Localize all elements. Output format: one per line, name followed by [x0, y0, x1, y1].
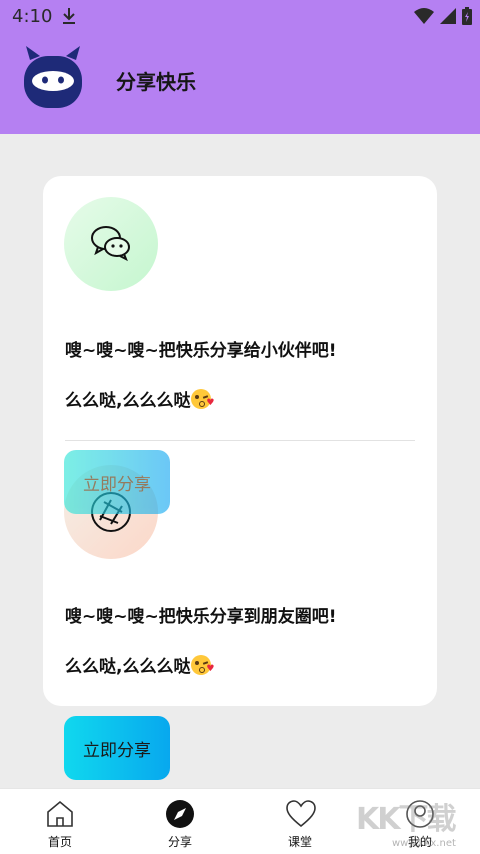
watermark-url: www.kkx.net: [392, 838, 456, 849]
nav-item-home[interactable]: 首页: [0, 789, 120, 854]
wechat-message-line2: 么么哒,么么么哒 ♥: [65, 386, 214, 411]
heart-icon: [286, 800, 316, 828]
share-now-button-overlay[interactable]: 立即分享: [64, 450, 170, 514]
moments-message-text: 么么哒,么么么哒: [65, 657, 191, 677]
nav-label-share: 分享: [167, 835, 192, 849]
download-icon: [60, 6, 78, 30]
status-bar: 4:10: [0, 0, 480, 34]
battery-icon: [462, 7, 472, 29]
app-header: 分享快乐: [0, 34, 480, 134]
signal-icon: [440, 8, 456, 28]
share-card: 嗖~嗖~嗖~把快乐分享给小伙伴吧! 么么哒,么么么哒 ♥ 嗖~嗖~嗖~把快乐分享到…: [43, 176, 437, 706]
moments-message-line1: 嗖~嗖~嗖~把快乐分享到朋友圈吧!: [65, 607, 337, 627]
wechat-icon: [91, 226, 130, 262]
moments-message-line2: 么么哒,么么么哒 ♥: [65, 652, 214, 677]
wifi-icon: [414, 8, 434, 28]
compass-icon: [166, 800, 194, 828]
divider: [65, 440, 415, 441]
home-icon: [47, 800, 73, 827]
wechat-message-line1: 嗖~嗖~嗖~把快乐分享给小伙伴吧!: [65, 341, 337, 361]
share-now-button[interactable]: 立即分享: [64, 716, 170, 780]
nav-item-classroom[interactable]: 课堂: [240, 789, 360, 854]
nav-label-classroom: 课堂: [287, 835, 312, 849]
watermark-text: KK下载: [356, 802, 456, 837]
kiss-emoji-icon: ♥: [191, 655, 214, 675]
nav-item-share[interactable]: 分享: [120, 789, 240, 854]
wechat-share-option[interactable]: [64, 197, 158, 291]
system-icons: [414, 7, 472, 29]
app-logo-icon: [22, 44, 84, 110]
kiss-emoji-icon: ♥: [191, 389, 214, 409]
page-title: 分享快乐: [116, 70, 196, 94]
status-time: 4:10: [12, 6, 53, 27]
wechat-message-text: 么么哒,么么么哒: [65, 391, 191, 411]
nav-label-home: 首页: [47, 835, 72, 849]
